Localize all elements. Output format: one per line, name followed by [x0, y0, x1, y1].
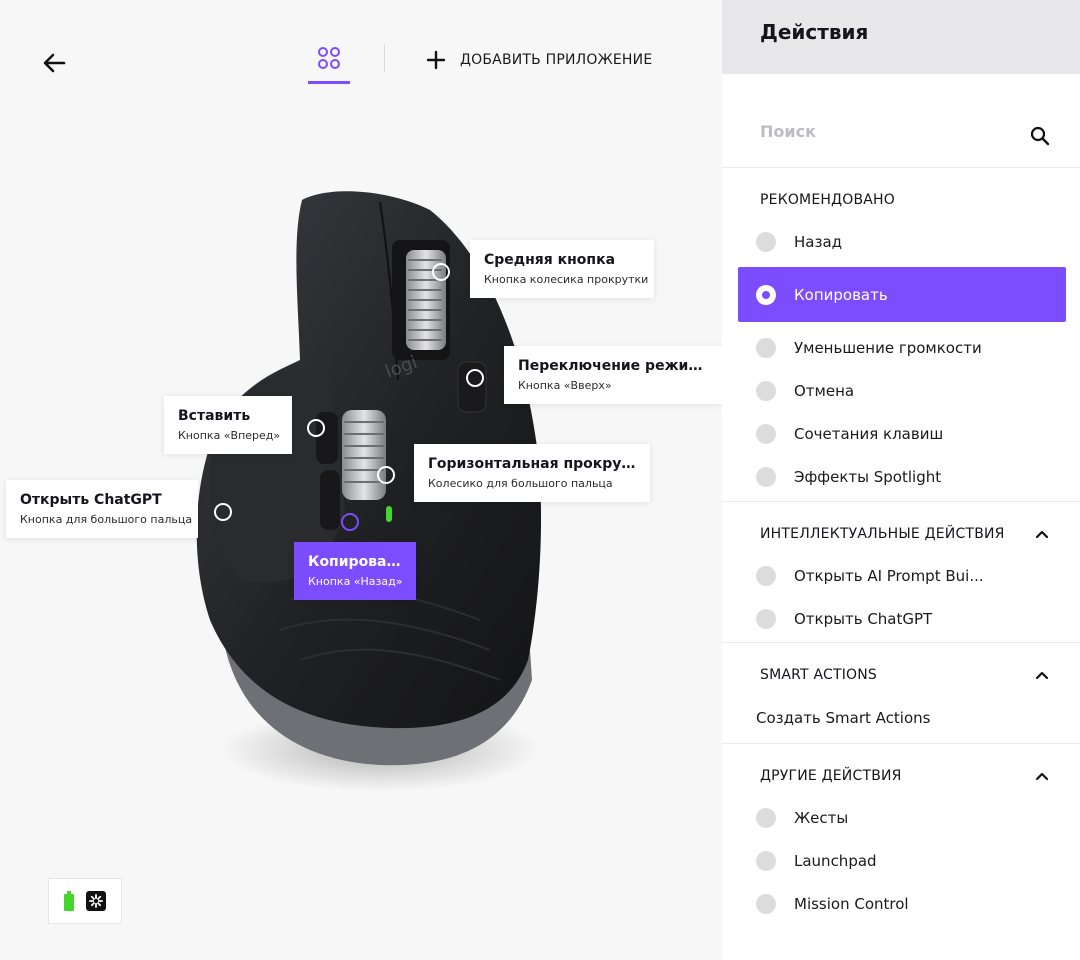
search-input[interactable]: Поиск	[760, 122, 816, 141]
callout-subtitle: Кнопка «Вперед»	[178, 429, 281, 442]
hotspot-back-button[interactable]	[341, 513, 359, 531]
callout-subtitle: Кнопка для большого пальца	[20, 513, 193, 526]
tab-apps[interactable]	[308, 40, 350, 84]
action-item[interactable]: Открыть AI Prompt Bui...	[722, 554, 1080, 597]
callout-mode-shift[interactable]: Переключение режима к... Кнопка «Вверх»	[504, 346, 722, 404]
back-button[interactable]	[40, 50, 68, 76]
chevron-up-icon[interactable]	[1034, 667, 1050, 683]
action-label: Открыть AI Prompt Bui...	[794, 566, 984, 585]
action-label: Отмена	[794, 381, 855, 400]
main-area: ДОБАВИТЬ ПРИЛОЖЕНИЕ logi Средняя кнопка …	[0, 0, 722, 960]
callout-subtitle: Кнопка «Назад»	[308, 575, 403, 588]
radio-button[interactable]	[756, 893, 776, 914]
chevron-up-icon[interactable]	[1034, 768, 1050, 784]
hotspot-middle-button[interactable]	[432, 263, 450, 281]
callout-subtitle: Колесико для большого пальца	[428, 477, 613, 490]
hotspot-forward-button[interactable]	[307, 419, 325, 437]
hotspot-mode-shift[interactable]	[466, 369, 484, 387]
actions-panel: Действия Поиск РЕКОМЕНДОВАНО Назад Копир…	[722, 0, 1080, 960]
intelligent-list: Открыть AI Prompt Bui... Открыть ChatGPT	[722, 554, 1080, 640]
radio-button-checked[interactable]	[756, 284, 776, 305]
action-item[interactable]: Сочетания клавиш	[722, 412, 1080, 455]
radio-button[interactable]	[756, 380, 776, 401]
tab-active-underline	[308, 81, 350, 84]
search-box[interactable]: Поиск	[722, 74, 1080, 168]
app-grid-icon	[318, 47, 340, 69]
action-label: Сочетания клавиш	[794, 424, 944, 443]
chevron-up-icon[interactable]	[1034, 526, 1050, 542]
action-item[interactable]: Отмена	[722, 369, 1080, 412]
section-title: РЕКОМЕНДОВАНО	[760, 192, 895, 208]
callout-title: Вставить	[178, 408, 251, 424]
add-app-button[interactable]: ДОБАВИТЬ ПРИЛОЖЕНИЕ	[426, 46, 652, 74]
action-item[interactable]: Launchpad	[722, 839, 1080, 882]
radio-button[interactable]	[756, 231, 776, 252]
callout-title: Открыть ChatGPT	[20, 492, 162, 508]
callout-title: Переключение режима к...	[518, 358, 708, 374]
action-label: Открыть ChatGPT	[794, 609, 933, 628]
radio-button[interactable]	[756, 608, 776, 629]
action-item[interactable]: Жесты	[722, 796, 1080, 839]
action-item[interactable]: Открыть ChatGPT	[722, 597, 1080, 640]
create-smart-actions-link[interactable]: Создать Smart Actions	[722, 693, 1080, 743]
section-title: SMART ACTIONS	[760, 667, 878, 683]
action-item[interactable]: Mission Control	[722, 882, 1080, 925]
recommended-list: Назад Копировать Уменьшение громкости От…	[722, 220, 1080, 498]
radio-button[interactable]	[756, 807, 776, 828]
arrow-left-icon	[43, 53, 66, 73]
action-label: Mission Control	[794, 894, 909, 913]
panel-header: Действия	[722, 0, 1080, 74]
callout-middle-button[interactable]: Средняя кнопка Кнопка колесика прокрутки	[470, 240, 654, 298]
radio-button[interactable]	[756, 337, 776, 358]
action-item[interactable]: Эффекты Spotlight	[722, 455, 1080, 498]
header-divider	[384, 44, 385, 72]
action-label: Копировать	[794, 285, 888, 304]
action-label: Launchpad	[794, 851, 877, 870]
callout-back-button[interactable]: Копировать Кнопка «Назад»	[294, 542, 416, 600]
search-icon[interactable]	[1030, 126, 1050, 146]
action-item-selected[interactable]: Копировать	[738, 267, 1066, 322]
radio-button[interactable]	[756, 850, 776, 871]
callout-forward-button[interactable]: Вставить Кнопка «Вперед»	[164, 396, 292, 454]
hotspot-thumb-wheel[interactable]	[377, 466, 395, 484]
callout-subtitle: Кнопка колесика прокрутки	[484, 273, 649, 286]
panel-title: Действия	[760, 20, 869, 44]
action-label: Жесты	[794, 808, 849, 827]
action-label: Уменьшение громкости	[794, 338, 982, 357]
hotspot-thumb-button[interactable]	[214, 503, 232, 521]
callout-subtitle: Кнопка «Вверх»	[518, 379, 612, 392]
callout-title: Горизонтальная прокрутка	[428, 456, 636, 472]
callout-title: Копировать	[308, 554, 402, 570]
section-title: ДРУГИЕ ДЕЙСТВИЯ	[760, 768, 902, 784]
other-list: Жесты Launchpad Mission Control	[722, 796, 1080, 925]
callout-thumb-wheel[interactable]: Горизонтальная прокрутка Колесико для бо…	[414, 444, 650, 502]
action-item[interactable]: Назад	[722, 220, 1080, 263]
add-app-label: ДОБАВИТЬ ПРИЛОЖЕНИЕ	[460, 52, 653, 68]
action-item[interactable]: Уменьшение громкости	[722, 326, 1080, 369]
device-status[interactable]	[48, 878, 122, 924]
battery-icon	[64, 891, 74, 911]
section-title: ИНТЕЛЛЕКТУАЛЬНЫЕ ДЕЙСТВИЯ	[760, 526, 1005, 542]
action-label: Эффекты Spotlight	[794, 467, 942, 486]
action-label: Назад	[794, 232, 843, 251]
callout-title: Средняя кнопка	[484, 252, 616, 268]
radio-button[interactable]	[756, 423, 776, 444]
radio-button[interactable]	[756, 466, 776, 487]
callout-thumb-button[interactable]: Открыть ChatGPT Кнопка для большого паль…	[6, 480, 198, 538]
logi-bolt-receiver-icon	[86, 891, 106, 911]
radio-button[interactable]	[756, 565, 776, 586]
plus-icon	[426, 50, 446, 70]
